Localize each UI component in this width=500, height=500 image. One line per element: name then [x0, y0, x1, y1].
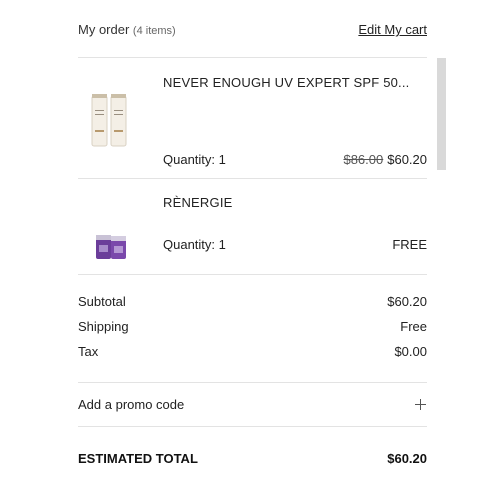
shipping-row: Shipping Free: [78, 319, 427, 337]
subtotal-row: Subtotal $60.20: [78, 294, 427, 312]
subtotal-value: $60.20: [387, 294, 427, 309]
sunscreen-tubes-image: [91, 94, 127, 147]
tax-value: $0.00: [394, 344, 427, 359]
estimated-total-label: ESTIMATED TOTAL: [78, 451, 198, 466]
cart-item: RÈNERGIE Quantity: 1 FREE: [78, 179, 427, 274]
product-quantity: Quantity: 1: [163, 237, 226, 252]
items-scrollbar[interactable]: [437, 58, 446, 170]
divider: [78, 274, 427, 275]
cart-item: NEVER ENOUGH UV EXPERT SPF 50... Quantit…: [78, 58, 427, 178]
order-title: My order (4 items): [78, 22, 176, 37]
estimated-total-row: ESTIMATED TOTAL $60.20: [78, 451, 427, 471]
original-price: $86.00: [343, 152, 384, 167]
shipping-value: Free: [400, 319, 427, 334]
order-header: My order (4 items) Edit My cart: [78, 22, 427, 42]
edit-cart-link[interactable]: Edit My cart: [358, 22, 427, 37]
tax-row: Tax $0.00: [78, 344, 427, 362]
plus-icon[interactable]: [415, 399, 426, 410]
sale-price: $60.20: [387, 152, 427, 167]
tax-label: Tax: [78, 344, 99, 359]
purple-cream-jars-image: [96, 235, 126, 259]
estimated-total-value: $60.20: [387, 451, 427, 466]
subtotal-label: Subtotal: [78, 294, 126, 309]
item-count: (4 items): [132, 25, 176, 37]
product-name[interactable]: RÈNERGIE: [163, 195, 233, 210]
product-quantity: Quantity: 1: [163, 152, 226, 167]
product-image: [78, 229, 146, 265]
product-name[interactable]: NEVER ENOUGH UV EXPERT SPF 50...: [163, 75, 410, 90]
product-price: $86.00 $60.20: [343, 152, 427, 167]
order-title-label: My order: [78, 22, 130, 37]
product-image: [78, 90, 146, 154]
promo-code-toggle[interactable]: Add a promo code: [78, 397, 427, 417]
divider: [78, 426, 427, 427]
order-summary-panel: My order (4 items) Edit My cart NEVER EN…: [0, 0, 500, 500]
divider: [78, 382, 427, 383]
product-price: FREE: [392, 237, 427, 252]
shipping-label: Shipping: [78, 319, 129, 334]
promo-code-label: Add a promo code: [78, 397, 185, 412]
